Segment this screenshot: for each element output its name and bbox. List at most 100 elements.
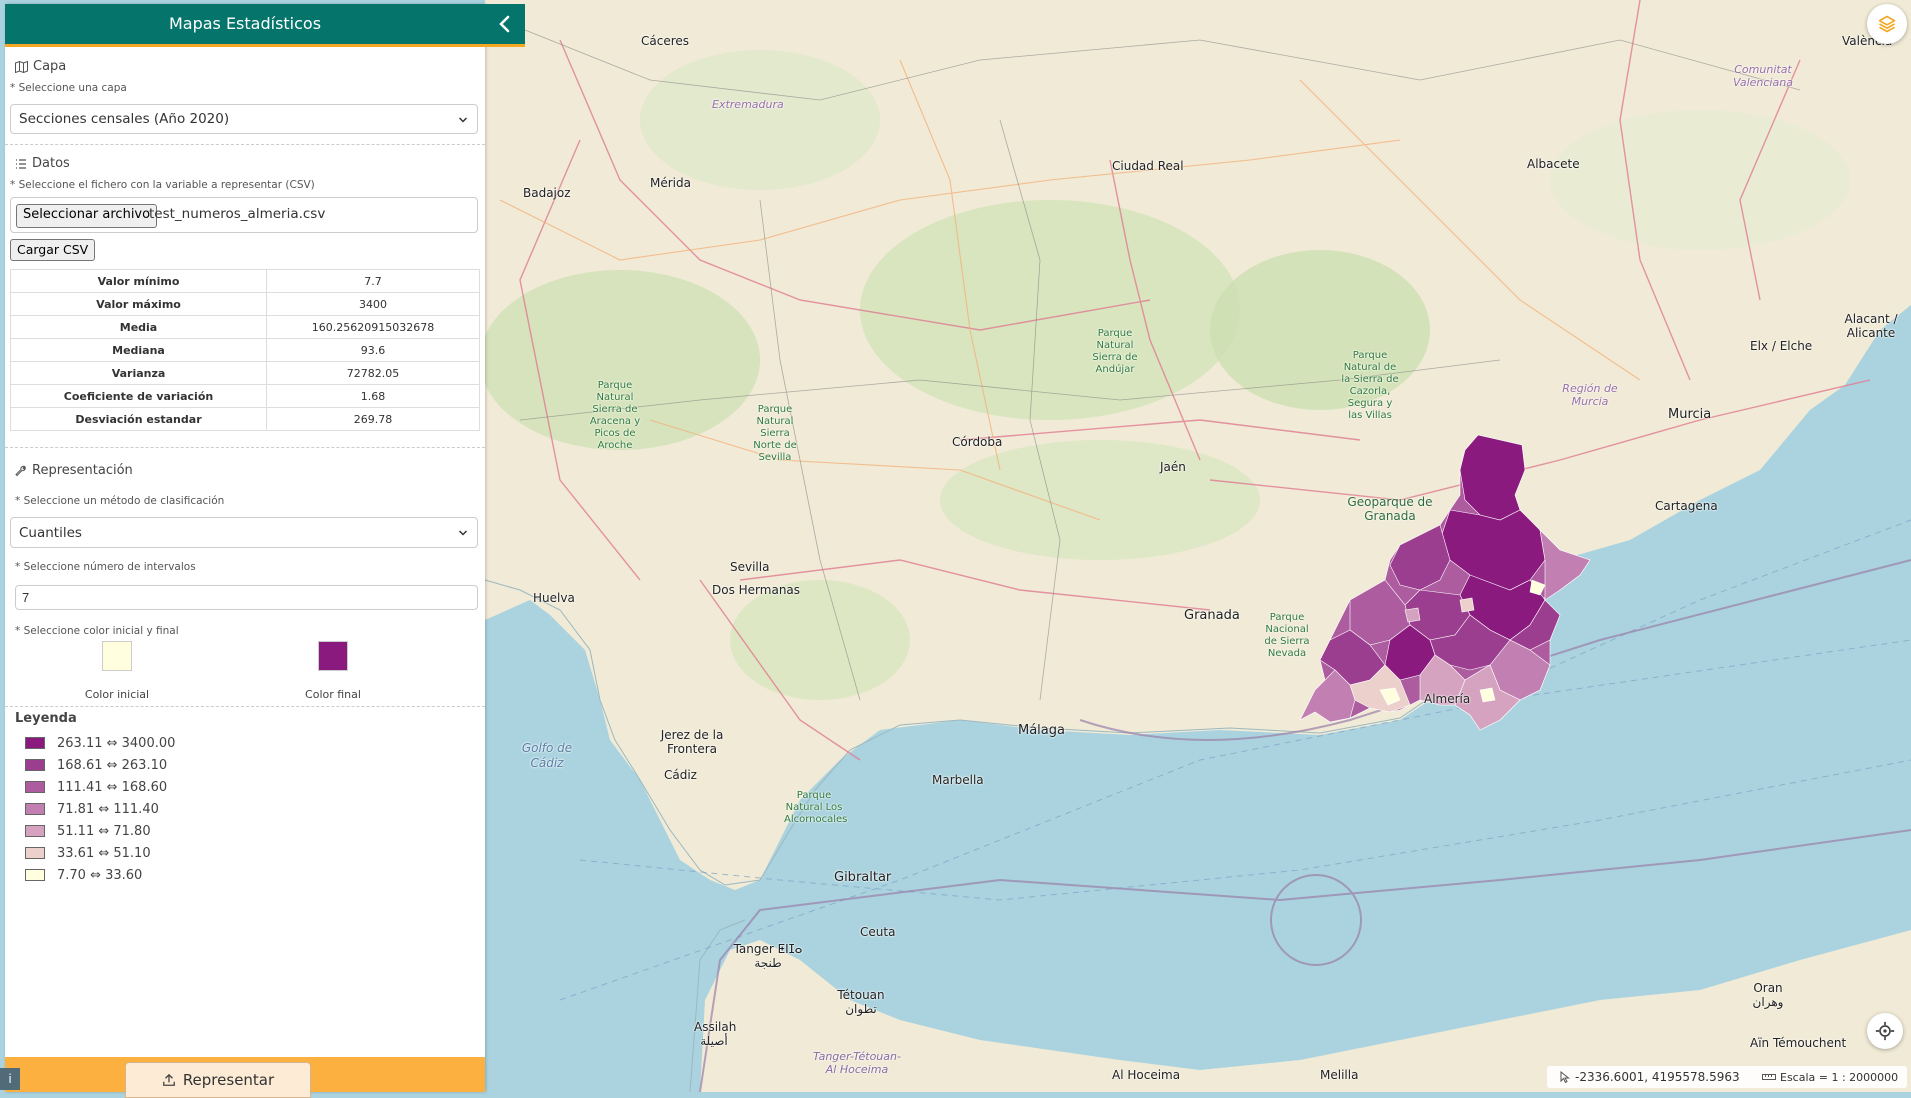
map-label-ciudad-real: Ciudad Real xyxy=(1112,159,1184,173)
stats-table: Valor mínimo 7.7 Valor máximo 3400 Media 160.… xyxy=(10,269,480,431)
section-datos-label: Datos xyxy=(32,156,70,171)
initial-color-caption: Color inicial xyxy=(84,688,150,701)
locate-button[interactable] xyxy=(1867,1013,1903,1049)
select-file-button[interactable]: Seleccionar archivo xyxy=(16,204,158,228)
map-label-parque-norte: Parque Natural Sierra Norte de Sevilla xyxy=(753,404,797,463)
info-button[interactable]: i xyxy=(0,1068,20,1090)
map-label-al-hoceima: Al Hoceima xyxy=(1112,1068,1181,1082)
legend-swatch xyxy=(25,847,45,859)
coordinates-readout: -2336.6001, 4195578.5963 xyxy=(1575,1070,1740,1084)
map-label-cordoba: Córdoba xyxy=(952,435,1003,449)
map-label-elx: Elx / Elche xyxy=(1750,339,1813,353)
chevron-down-icon xyxy=(458,530,468,536)
map-label-tanger: Tanger ⵟⵏⵊⴰ طنجة xyxy=(733,942,803,970)
intervals-input[interactable] xyxy=(15,585,478,610)
legend-swatch xyxy=(25,869,45,881)
legend-swatch xyxy=(25,759,45,771)
layers-icon xyxy=(1878,15,1896,33)
wrench-icon xyxy=(15,465,26,476)
stats-row: Mediana 93.6 xyxy=(10,338,480,362)
sidebar-panel: Mapas Estadísticos Capa * Seleccione una… xyxy=(5,4,525,1098)
map-label-badajoz: Badajoz xyxy=(523,186,571,200)
map-label-cartagena: Cartagena xyxy=(1655,499,1718,513)
map-label-oran: Oran وهران xyxy=(1752,981,1784,1009)
map-label-cadiz: Cádiz xyxy=(664,768,697,782)
stat-value: 93.6 xyxy=(266,338,480,362)
classification-method-select[interactable]: Cuantiles xyxy=(10,517,478,548)
load-csv-button[interactable]: Cargar CSV xyxy=(10,239,96,261)
map-label-extremadura: Extremadura xyxy=(712,98,784,111)
legend-item: 168.61 ⇔ 263.10 xyxy=(25,756,167,774)
legend-label: 168.61 ⇔ 263.10 xyxy=(57,757,168,773)
map-label-parque-cazorla: Parque Natural de la Sierra de Cazorla, … xyxy=(1341,350,1399,421)
layers-button[interactable] xyxy=(1867,4,1907,44)
method-select-value: Cuantiles xyxy=(19,525,82,541)
map-label-albacete: Albacete xyxy=(1527,157,1580,171)
map-label-alicante: Alacant / Alicante xyxy=(1844,312,1898,340)
legend-label: 71.81 ⇔ 111.40 xyxy=(57,801,159,817)
legend-label: 111.41 ⇔ 168.60 xyxy=(57,779,168,795)
stat-value: 160.25620915032678 xyxy=(266,315,480,339)
map-label-ceuta: Ceuta xyxy=(860,925,896,939)
stat-value: 1.68 xyxy=(266,384,480,408)
datos-required-label: * Seleccione el fichero con la variable … xyxy=(10,179,315,191)
represent-button-label: Representar xyxy=(182,1071,275,1089)
scale-readout: Escala = 1 : 2000000 xyxy=(1780,1070,1899,1084)
map-icon xyxy=(15,60,28,73)
stat-label: Valor mínimo xyxy=(10,269,267,293)
legend-item: 33.61 ⇔ 51.10 xyxy=(25,844,151,862)
section-capa-label: Capa xyxy=(33,59,67,74)
section-representacion-title: Representación xyxy=(15,463,133,478)
map-label-jaen: Jaén xyxy=(1160,460,1186,474)
legend-item: 51.11 ⇔ 71.80 xyxy=(25,822,151,840)
map-label-comunitat: Comunitat Valenciana xyxy=(1733,63,1793,89)
map-label-parque-nevada: Parque Nacional de Sierra Nevada xyxy=(1264,612,1310,659)
map-label-almeria: Almería xyxy=(1424,692,1471,706)
map-label-region-murcia: Región de Murcia xyxy=(1562,382,1618,408)
stats-row: Valor mínimo 7.7 xyxy=(10,269,480,293)
legend-label: 263.11 ⇔ 3400.00 xyxy=(57,735,176,751)
stats-row: Valor máximo 3400 xyxy=(10,292,480,316)
represent-button[interactable]: Representar xyxy=(125,1062,311,1098)
map-label-caceres: Cáceres xyxy=(641,34,690,48)
stats-row: Varianza 72782.05 xyxy=(10,361,480,385)
stat-label: Coeficiente de variación xyxy=(10,384,267,408)
sidebar-header: Mapas Estadísticos xyxy=(5,4,525,47)
capa-select-value: Secciones censales (Año 2020) xyxy=(19,111,230,127)
chevron-left-icon xyxy=(499,15,510,33)
capa-required-label: * Seleccione una capa xyxy=(10,82,127,94)
file-input[interactable]: Seleccionar archivo test_numeros_almeria… xyxy=(10,197,478,233)
intervals-required-label: * Seleccione número de intervalos xyxy=(15,561,196,573)
map-label-parque-aracena: Parque Natural Sierra de Aracena y Picos… xyxy=(589,380,641,451)
initial-color-picker[interactable] xyxy=(102,641,132,671)
map-label-murcia: Murcia xyxy=(1668,407,1712,422)
legend-label: 33.61 ⇔ 51.10 xyxy=(57,845,151,861)
stat-label: Media xyxy=(10,315,267,339)
map-label-parque-alcornocales: Parque Natural Los Alcornocales xyxy=(784,790,848,825)
map-status-bar: -2336.6001, 4195578.5963 Escala = 1 : 20… xyxy=(1547,1066,1907,1088)
stat-value: 3400 xyxy=(266,292,480,316)
map-label-ain-temouchent: Aïn Témouchent xyxy=(1750,1036,1847,1050)
map-label-jerez: Jerez de la Frontera xyxy=(660,728,724,756)
sidebar-title: Mapas Estadísticos xyxy=(168,14,322,33)
map-label-sevilla: Sevilla xyxy=(730,560,770,574)
legend-item: 7.70 ⇔ 33.60 xyxy=(25,866,142,884)
final-color-caption: Color final xyxy=(305,688,361,701)
legend-item: 111.41 ⇔ 168.60 xyxy=(25,778,167,796)
stats-row: Media 160.25620915032678 xyxy=(10,315,480,339)
legend-title: Leyenda xyxy=(15,711,77,726)
map-label-marbella: Marbella xyxy=(932,773,984,787)
legend-item: 71.81 ⇔ 111.40 xyxy=(25,800,159,818)
section-capa-title: Capa xyxy=(15,59,66,74)
method-required-label: * Seleccione un método de clasificación xyxy=(15,495,225,507)
final-color-picker[interactable] xyxy=(318,641,348,671)
stat-label: Desviación estandar xyxy=(10,407,267,431)
selected-file-name: test_numeros_almeria.csv xyxy=(149,206,326,222)
capa-select[interactable]: Secciones censales (Año 2020) xyxy=(10,104,478,134)
upload-icon xyxy=(162,1073,175,1086)
map-label-huelva: Huelva xyxy=(533,591,575,605)
map-label-malaga: Málaga xyxy=(1018,723,1065,738)
stat-value: 7.7 xyxy=(266,269,480,293)
chevron-down-icon xyxy=(458,117,468,123)
collapse-sidebar-button[interactable] xyxy=(493,12,517,36)
